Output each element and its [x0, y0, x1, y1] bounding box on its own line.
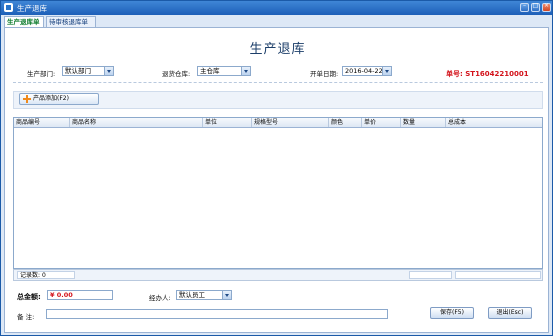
status-bar: 记录数: 0: [13, 269, 543, 281]
title-bar[interactable]: 生产退库 – □ ×: [1, 1, 552, 15]
total-amount: ¥ 0.00: [47, 290, 113, 300]
remark-input[interactable]: [46, 309, 388, 319]
remark-label: 备 注:: [17, 313, 35, 321]
column-header-code[interactable]: 商品编号: [14, 118, 70, 127]
chevron-down-icon[interactable]: [241, 67, 250, 75]
department-select[interactable]: 默认部门: [62, 66, 114, 76]
date-picker[interactable]: 2016-04-22: [342, 66, 392, 76]
column-header-spec[interactable]: 规格型号: [252, 118, 329, 127]
column-header-unit[interactable]: 单位: [203, 118, 252, 127]
close-icon[interactable]: ×: [542, 2, 551, 12]
record-count: 记录数: 0: [17, 271, 75, 279]
column-header-quantity[interactable]: 数量: [401, 118, 446, 127]
department-label: 生产部门:: [27, 70, 56, 78]
column-header-total-cost[interactable]: 总成本: [446, 118, 542, 127]
column-header-price[interactable]: 单价: [362, 118, 401, 127]
handler-label: 经办人:: [149, 294, 171, 302]
table-header: 商品编号 商品名称 单位 规格型号 颜色 单价 数量 总成本: [14, 118, 542, 128]
warehouse-label: 退货仓库:: [162, 70, 191, 78]
status-cell: [455, 271, 541, 279]
plus-icon: [23, 95, 31, 103]
form-panel: 生产退库 生产部门: 默认部门 退货仓库: 主仓库 开单日期: 2016-04-…: [4, 27, 549, 333]
column-header-name[interactable]: 商品名称: [70, 118, 203, 127]
add-product-button[interactable]: 产品添加(F2): [19, 93, 99, 105]
chevron-down-icon[interactable]: [222, 291, 231, 299]
column-header-color[interactable]: 颜色: [329, 118, 362, 127]
main-window: 生产退库 – □ × 生产退库单 待审核退库单 生产退库 生产部门: 默认部门 …: [0, 0, 553, 336]
date-value: 2016-04-22: [345, 67, 383, 75]
warehouse-select[interactable]: 主仓库: [197, 66, 251, 76]
tab-pending-review[interactable]: 待审核退库单: [46, 16, 96, 27]
window-title: 生产退库: [17, 4, 47, 13]
exit-button[interactable]: 退出(Esc): [488, 307, 532, 319]
total-label: 总金额:: [17, 293, 41, 301]
order-number-label: 单号:: [446, 70, 463, 78]
handler-select[interactable]: 默认员工: [176, 290, 232, 300]
status-cell: [409, 271, 452, 279]
app-icon: [4, 3, 13, 12]
page-title: 生产退库: [249, 42, 306, 57]
product-table[interactable]: 商品编号 商品名称 单位 规格型号 颜色 单价 数量 总成本: [13, 117, 543, 269]
maximize-icon[interactable]: □: [531, 2, 540, 12]
chevron-down-icon[interactable]: [382, 67, 391, 75]
minimize-icon[interactable]: –: [520, 2, 529, 12]
department-value: 默认部门: [65, 67, 91, 75]
handler-value: 默认员工: [179, 291, 205, 299]
record-count-value: 0: [41, 272, 46, 279]
order-number: 单号: ST16042210001: [446, 69, 529, 79]
tab-production-return[interactable]: 生产退库单: [4, 16, 44, 27]
chevron-down-icon[interactable]: [104, 67, 113, 75]
save-button[interactable]: 保存(F5): [430, 307, 474, 319]
warehouse-value: 主仓库: [200, 67, 220, 75]
order-number-value: ST16042210001: [465, 70, 529, 78]
add-product-label: 产品添加(F2): [33, 95, 69, 102]
divider: [13, 82, 543, 83]
date-label: 开单日期:: [310, 70, 339, 78]
record-count-label: 记录数:: [20, 272, 41, 279]
